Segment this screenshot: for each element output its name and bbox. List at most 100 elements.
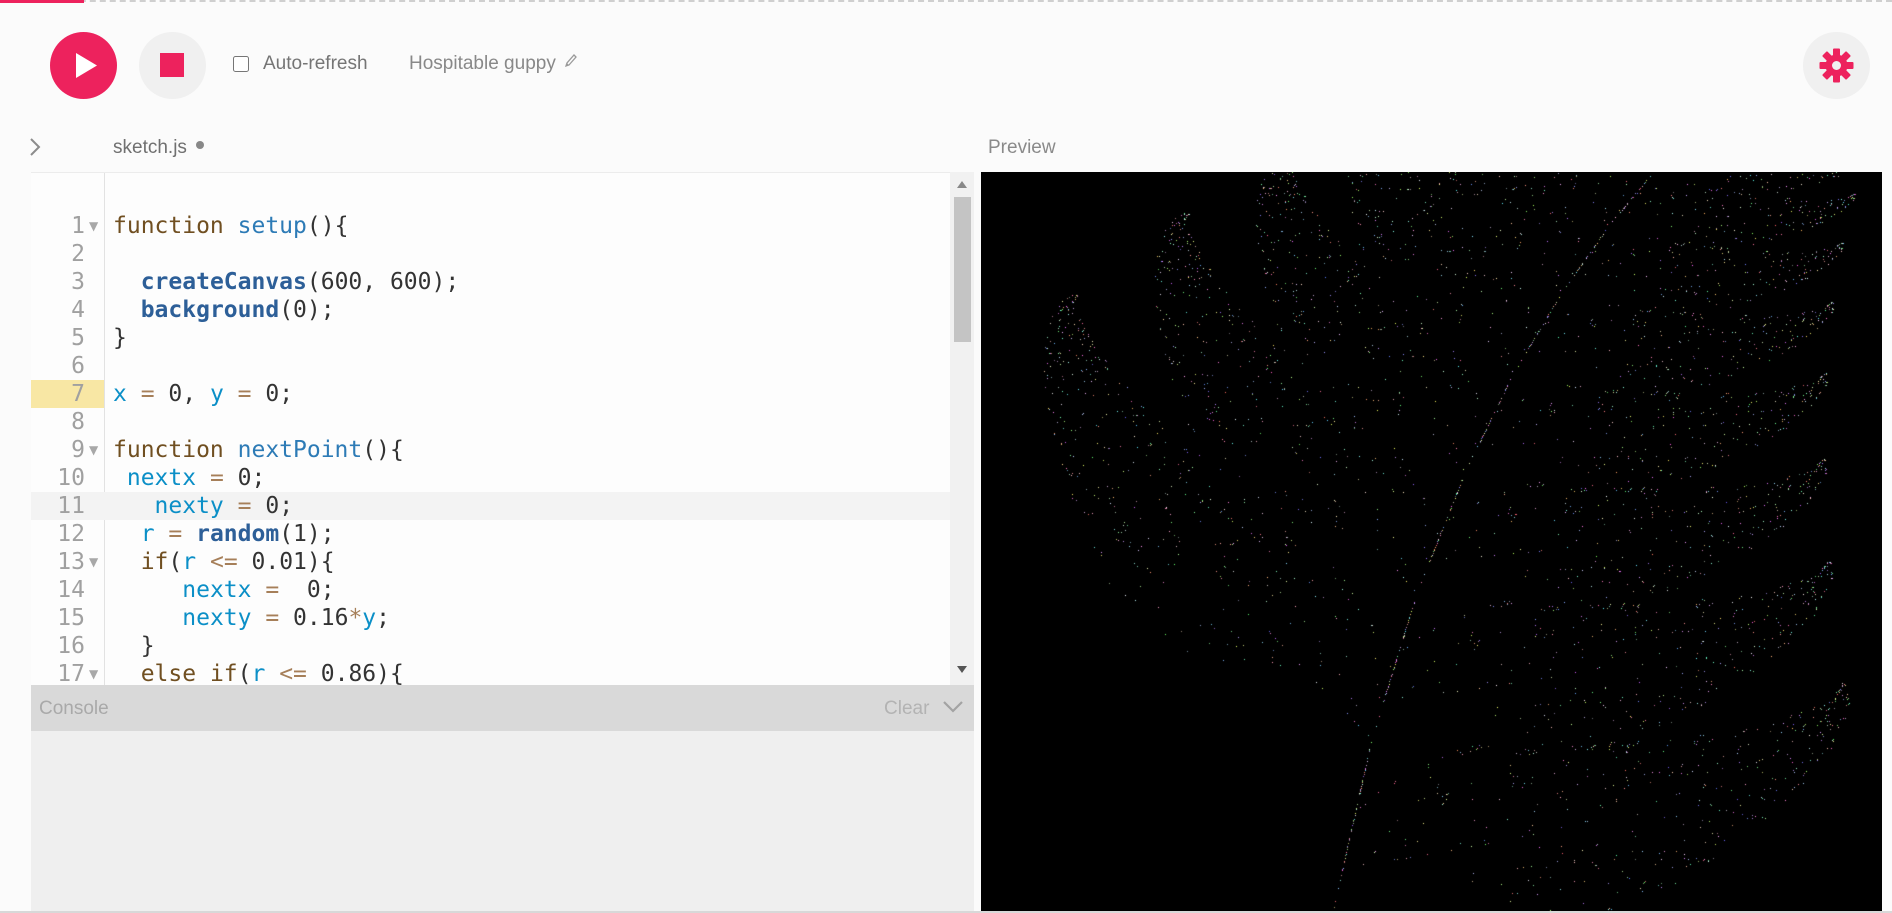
code-line[interactable]: 4 background(0); (31, 296, 950, 324)
code-text: } (113, 632, 155, 660)
scroll-thumb[interactable] (954, 197, 971, 342)
line-number: 3 (71, 269, 85, 295)
code-line[interactable]: 14 nextx = 0; (31, 576, 950, 604)
chevron-down-icon (943, 701, 963, 713)
fold-arrow-icon[interactable]: ▼ (89, 212, 98, 240)
code-text: nextx = 0; (113, 464, 266, 492)
code-token: y (362, 605, 377, 631)
code-line[interactable]: 15 nexty = 0.16*y; (31, 604, 950, 632)
sketch-preview[interactable] (981, 172, 1882, 911)
line-number: 9 (71, 437, 85, 463)
console-header: Console Clear (31, 685, 974, 731)
code-line[interactable]: 9 ▼ function nextPoint(){ (31, 436, 950, 464)
code-line[interactable]: 17 ▼ else if(r <= 0.86){ (31, 660, 950, 686)
code-text: function nextPoint(){ (113, 436, 404, 464)
code-text: } (113, 324, 127, 352)
console-clear-button[interactable]: Clear (884, 698, 929, 720)
code-token: r (182, 549, 197, 575)
console-title: Console (39, 698, 109, 719)
code-token: nextx (182, 577, 252, 603)
code-line[interactable]: 10 nextx = 0; (31, 464, 950, 492)
play-button[interactable] (50, 32, 117, 99)
code-token: ){ (376, 661, 404, 686)
code-line[interactable]: 16 } (31, 632, 950, 660)
code-text: nexty = 0.16*y; (113, 604, 390, 632)
code-token: (600, 600); (306, 269, 460, 295)
line-number: 12 (57, 521, 85, 547)
code-token: = (154, 521, 197, 547)
line-number: 8 (71, 409, 85, 435)
code-token: = (223, 493, 266, 519)
code-token: nextx (126, 465, 197, 491)
stop-button[interactable] (139, 32, 206, 99)
code-token: ; (251, 465, 266, 491)
file-tab[interactable]: sketch.js (113, 137, 187, 159)
fern-canvas[interactable] (981, 172, 1882, 911)
line-number: 17 (57, 661, 85, 686)
code-token: r (140, 521, 155, 547)
line-number: 15 (57, 605, 85, 631)
line-number: 10 (57, 465, 85, 491)
autorefresh-checkbox[interactable] (233, 56, 249, 72)
code-token: = (251, 577, 307, 603)
code-token: (0); (279, 297, 335, 323)
fold-arrow-icon[interactable]: ▼ (89, 660, 98, 686)
code-token: ; (376, 605, 391, 631)
project-name-text[interactable]: Hospitable guppy (409, 53, 556, 75)
code-line[interactable]: 12 r = random(1); (31, 520, 950, 548)
code-token: 0 (237, 465, 252, 491)
code-text: nextx = 0; (113, 576, 334, 604)
code-token: else if (140, 661, 238, 686)
code-token: = (126, 381, 169, 407)
code-token: x (113, 381, 127, 407)
code-line[interactable]: 3 createCanvas(600, 600); (31, 268, 950, 296)
code-line[interactable]: 5} (31, 324, 950, 352)
settings-button[interactable] (1803, 32, 1870, 99)
code-token: 0 (168, 381, 183, 407)
code-line[interactable]: 1 ▼ function setup(){ (31, 212, 950, 240)
code-editor[interactable]: 1 ▼ function setup(){2 3 createCanvas(600, … (31, 172, 974, 686)
code-line[interactable]: 11 nexty = 0; (31, 492, 950, 520)
code-token: (){ (306, 213, 349, 239)
code-token: function (113, 213, 238, 239)
scroll-down-arrow-icon[interactable] (957, 666, 967, 673)
autorefresh-control: Auto-refresh (233, 53, 368, 75)
sidebar-toggle-button[interactable] (27, 136, 43, 163)
project-name[interactable]: Hospitable guppy (409, 53, 578, 75)
code-token: nexty (154, 493, 224, 519)
code-token: r (251, 661, 266, 686)
fold-arrow-icon[interactable]: ▼ (89, 548, 98, 576)
code-line[interactable]: 13 ▼ if(r <= 0.01){ (31, 548, 950, 576)
code-line[interactable]: 8 (31, 408, 950, 436)
console-output (31, 731, 974, 911)
autorefresh-label[interactable]: Auto-refresh (263, 53, 368, 75)
line-number: 11 (57, 493, 85, 519)
fold-arrow-icon[interactable]: ▼ (89, 436, 98, 464)
unsaved-indicator (196, 141, 204, 149)
code-line[interactable]: 7 x = 0, y = 0; (31, 380, 950, 408)
code-text: nexty = 0; (113, 492, 294, 520)
pencil-icon[interactable] (564, 53, 578, 75)
console-collapse-button[interactable] (942, 699, 964, 720)
code-token: <= (265, 661, 321, 686)
code-token: = (223, 381, 266, 407)
line-number: 4 (71, 297, 85, 323)
scroll-up-arrow-icon[interactable] (957, 181, 967, 188)
play-icon (76, 53, 97, 78)
code-token: random (196, 521, 280, 547)
code-text: createCanvas(600, 600); (113, 268, 460, 296)
gear-icon (1819, 48, 1854, 83)
editor-scrollbar[interactable] (950, 172, 974, 685)
line-number: 2 (71, 241, 85, 267)
code-line[interactable]: 6 (31, 352, 950, 380)
code-token: = (251, 605, 294, 631)
code-text: else if(r <= 0.86){ (113, 660, 404, 686)
code-line[interactable]: 2 (31, 240, 950, 268)
code-token: 0 (265, 493, 280, 519)
